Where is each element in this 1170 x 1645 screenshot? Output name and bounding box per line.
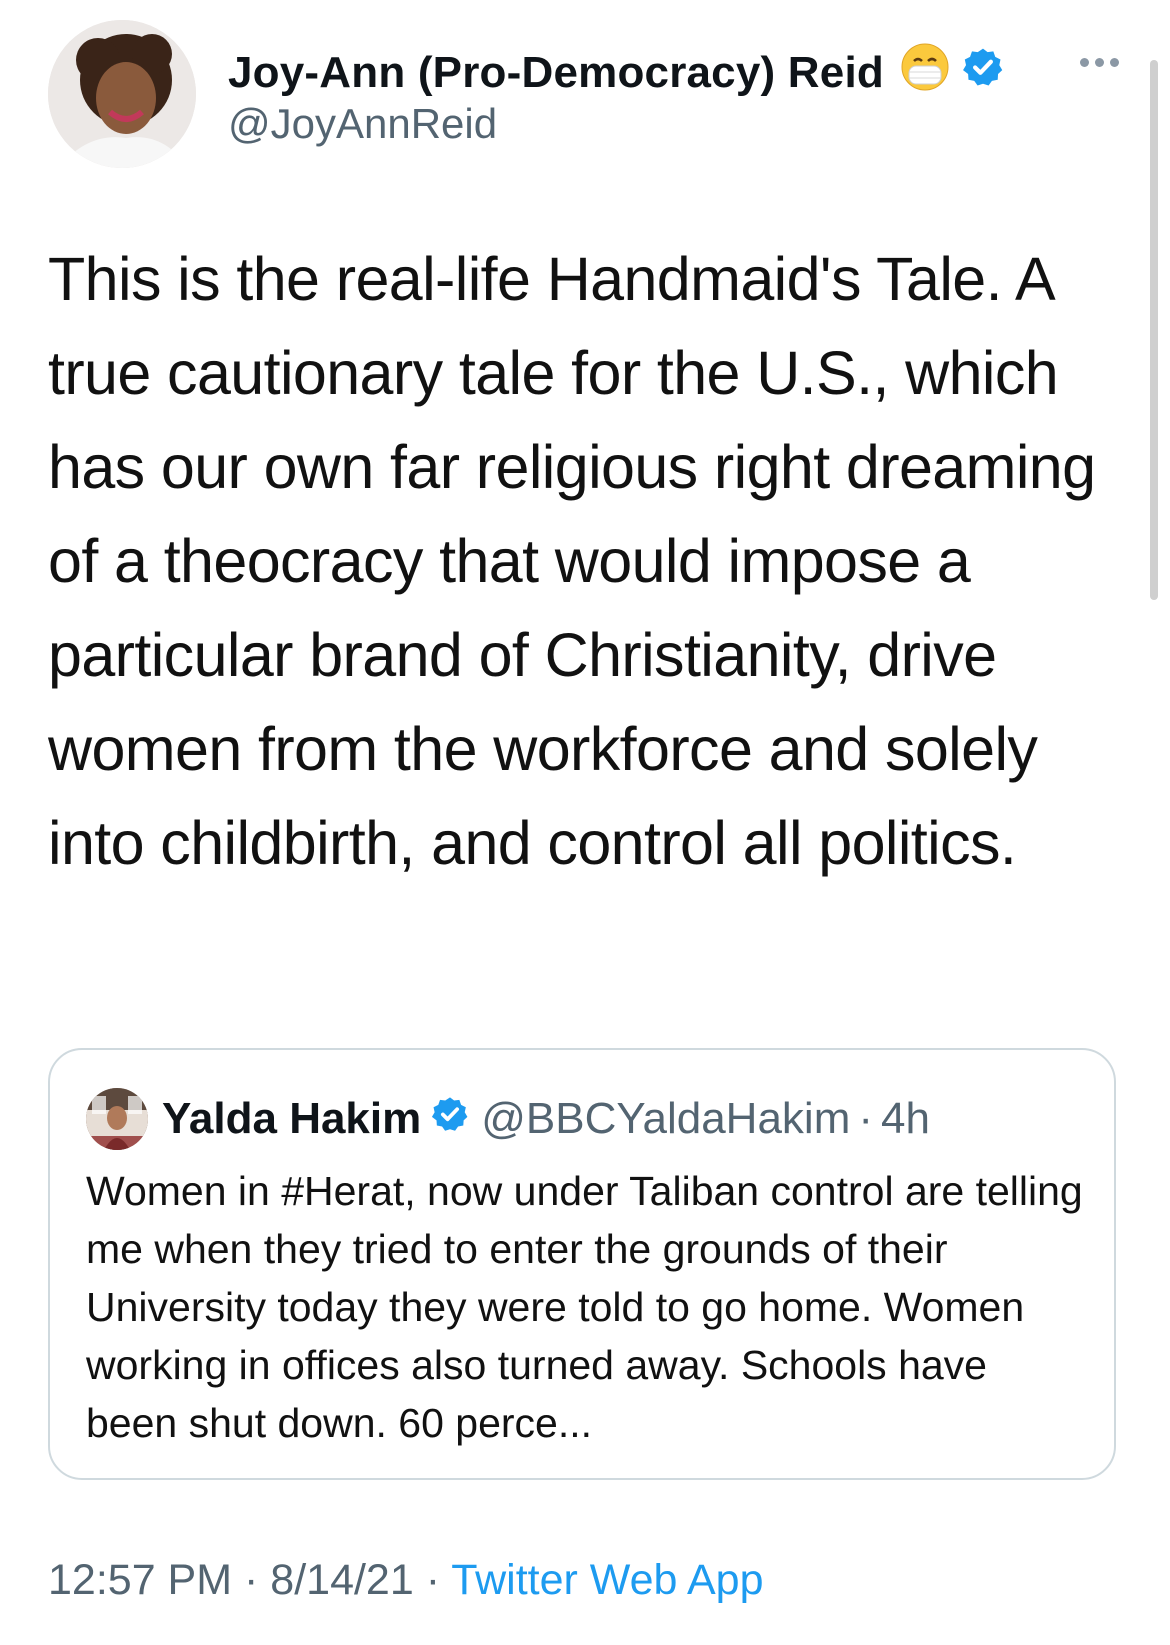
tweet-metadata: 12:57 PM · 8/14/21 · Twitter Web App	[48, 1556, 764, 1605]
quoted-tweet-age: 4h	[881, 1094, 930, 1143]
author-name-text: Joy-Ann (Pro-Democracy) Reid	[228, 47, 884, 97]
more-options-icon[interactable]	[1080, 58, 1119, 67]
separator-dot: ·	[244, 1556, 259, 1604]
quoted-author-avatar	[86, 1088, 148, 1150]
tweet-time[interactable]: 12:57 PM	[48, 1556, 232, 1604]
more-dot	[1095, 58, 1104, 67]
quoted-tweet-text: Women in #Herat, now under Taliban contr…	[86, 1168, 1083, 1446]
quoted-author-handle[interactable]: @BBCYaldaHakim	[481, 1094, 850, 1144]
verified-badge-icon	[962, 46, 1004, 99]
more-dot	[1080, 58, 1089, 67]
face-with-medical-mask-icon	[900, 42, 950, 103]
tweet-date[interactable]: 8/14/21	[270, 1556, 413, 1604]
quoted-tweet-header: Yalda Hakim @BBCYaldaHakim · 4h	[162, 1094, 930, 1144]
quoted-tweet-card[interactable]: Yalda Hakim @BBCYaldaHakim · 4h Women in…	[48, 1048, 1116, 1480]
author-handle[interactable]: @JoyAnnReid	[228, 100, 497, 148]
more-dot	[1110, 58, 1119, 67]
scrollbar[interactable]	[1150, 60, 1158, 600]
tweet-source-link[interactable]: Twitter Web App	[451, 1556, 763, 1604]
author-name[interactable]: Joy-Ann (Pro-Democracy) Reid	[228, 42, 1004, 103]
quoted-author-avatar-image	[86, 1088, 148, 1150]
separator-dot: ·	[858, 1094, 874, 1143]
quoted-author-name[interactable]: Yalda Hakim	[162, 1094, 421, 1144]
author-avatar-image	[48, 20, 196, 168]
author-avatar[interactable]	[48, 20, 196, 168]
separator-dot: ·	[425, 1556, 441, 1604]
verified-badge-icon	[431, 1094, 469, 1144]
tweet-text: This is the real-life Handmaid's Tale. A…	[48, 245, 1096, 877]
